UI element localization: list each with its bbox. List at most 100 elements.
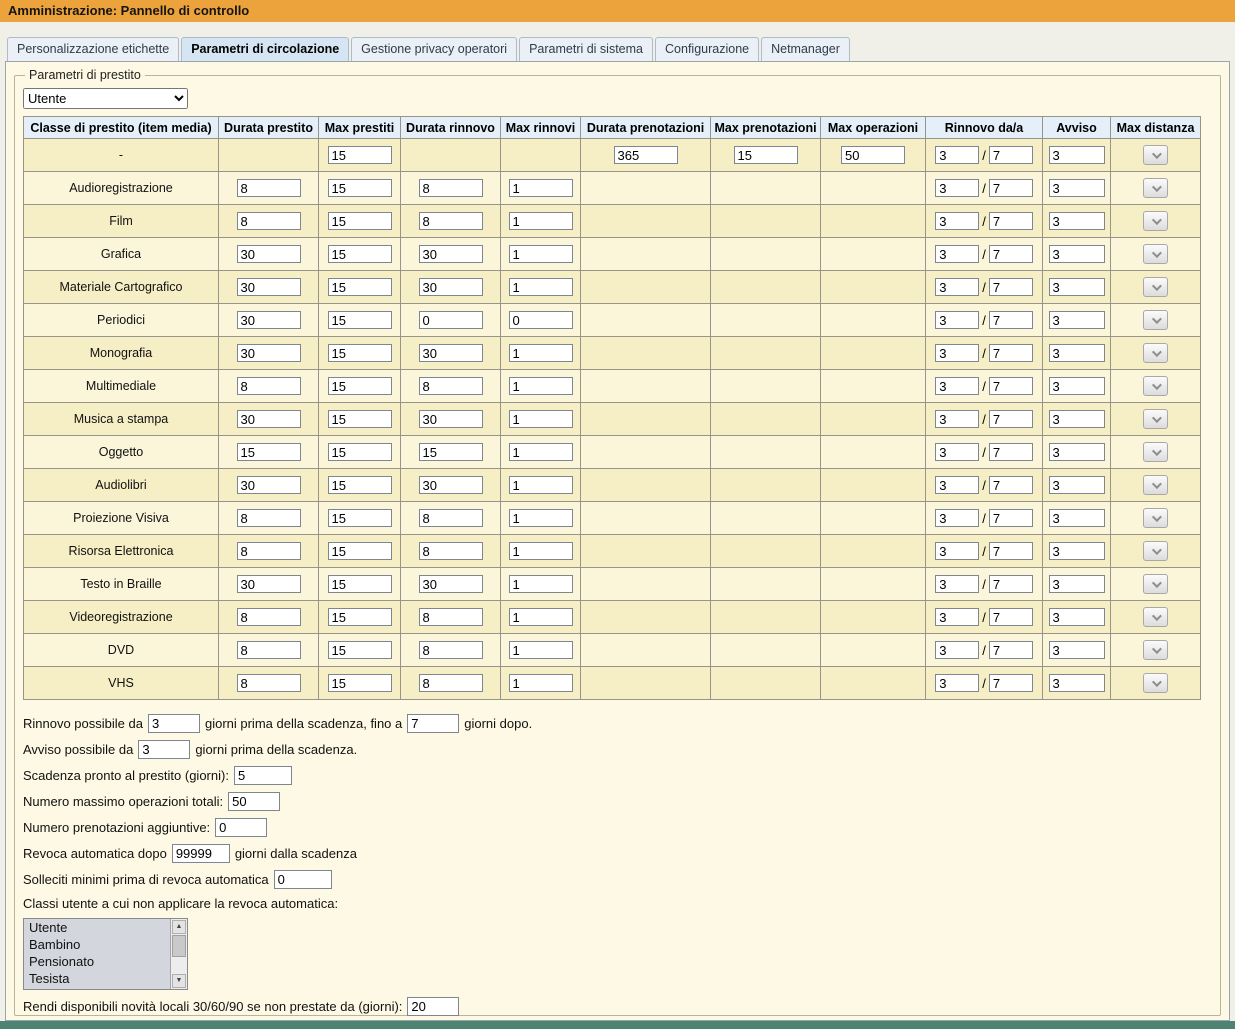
tab-gestione-privacy-operatori[interactable]: Gestione privacy operatori [351,37,517,61]
extra-reservations-input[interactable] [215,818,267,837]
durata-rinnovo-input[interactable] [419,377,483,395]
listbox-option[interactable]: Utente [24,919,170,936]
rinnovo-a-input[interactable] [989,674,1033,692]
durata-prestito-input[interactable] [237,476,301,494]
max-distanza-dropdown[interactable] [1143,508,1168,528]
max-distanza-dropdown[interactable] [1143,145,1168,165]
durata-prestito-input[interactable] [237,443,301,461]
rinnovo-da-input[interactable] [935,377,979,395]
user-class-select[interactable]: Utente [23,88,188,109]
scrollbar-up-button[interactable]: ▲ [172,920,186,934]
durata-rinnovo-input[interactable] [419,311,483,329]
max-distanza-dropdown[interactable] [1143,541,1168,561]
durata-prestito-input[interactable] [237,278,301,296]
rinnovo-da-input[interactable] [935,179,979,197]
max-prestiti-input[interactable] [328,608,392,626]
avviso-input[interactable] [1049,410,1105,428]
rinnovo-da-input[interactable] [935,410,979,428]
rinnovo-da-input[interactable] [935,344,979,362]
rinnovo-da-input[interactable] [935,443,979,461]
rinnovo-a-input[interactable] [989,377,1033,395]
durata-rinnovo-input[interactable] [419,212,483,230]
max-distanza-dropdown[interactable] [1143,673,1168,693]
durata-prestito-input[interactable] [237,410,301,428]
rinnovo-a-input[interactable] [989,476,1033,494]
rinnovo-a-input[interactable] [989,146,1033,164]
durata-prestito-input[interactable] [237,245,301,263]
rinnovo-a-input[interactable] [989,410,1033,428]
avviso-input[interactable] [1049,146,1105,164]
durata-prestito-input[interactable] [237,311,301,329]
max-prestiti-input[interactable] [328,641,392,659]
avviso-input[interactable] [1049,311,1105,329]
max-rinnovi-input[interactable] [509,608,573,626]
rinnovo-da-input[interactable] [935,212,979,230]
max-rinnovi-input[interactable] [509,410,573,428]
rinnovo-da-input[interactable] [935,608,979,626]
scrollbar-thumb[interactable] [172,935,186,957]
max-rinnovi-input[interactable] [509,245,573,263]
max-distanza-dropdown[interactable] [1143,475,1168,495]
max-distanza-dropdown[interactable] [1143,343,1168,363]
max-operazioni-input[interactable] [841,146,905,164]
max-rinnovi-input[interactable] [509,278,573,296]
avviso-input[interactable] [1049,641,1105,659]
max-prestiti-input[interactable] [328,443,392,461]
max-rinnovi-input[interactable] [509,344,573,362]
rinnovo-da-input[interactable] [935,311,979,329]
max-prestiti-input[interactable] [328,542,392,560]
rinnovo-da-input[interactable] [935,245,979,263]
max-distanza-dropdown[interactable] [1143,277,1168,297]
listbox-scrollbar[interactable]: ▲ ▼ [170,919,187,989]
rinnovo-a-input[interactable] [989,344,1033,362]
max-prestiti-input[interactable] [328,212,392,230]
max-rinnovi-input[interactable] [509,443,573,461]
max-rinnovi-input[interactable] [509,575,573,593]
listbox-option[interactable]: Tesista [24,970,170,987]
max-distanza-dropdown[interactable] [1143,244,1168,264]
durata-rinnovo-input[interactable] [419,278,483,296]
avviso-input[interactable] [1049,509,1105,527]
durata-prenotazioni-input[interactable] [614,146,678,164]
durata-prestito-input[interactable] [237,344,301,362]
avviso-input[interactable] [1049,278,1105,296]
durata-prestito-input[interactable] [237,542,301,560]
tab-parametri-di-circolazione[interactable]: Parametri di circolazione [181,37,349,61]
rinnovo-da-input[interactable] [935,476,979,494]
avviso-input[interactable] [1049,212,1105,230]
durata-prestito-input[interactable] [237,212,301,230]
min-reminders-input[interactable] [274,870,332,889]
durata-rinnovo-input[interactable] [419,641,483,659]
rinnovo-a-input[interactable] [989,245,1033,263]
durata-prestito-input[interactable] [237,641,301,659]
rinnovo-a-input[interactable] [989,608,1033,626]
max-distanza-dropdown[interactable] [1143,409,1168,429]
rinnovo-a-input[interactable] [989,443,1033,461]
max-prestiti-input[interactable] [328,245,392,263]
max-distanza-dropdown[interactable] [1143,640,1168,660]
rinnovo-a-input[interactable] [989,509,1033,527]
scrollbar-down-button[interactable]: ▼ [172,974,186,988]
avviso-input[interactable] [1049,476,1105,494]
avviso-input[interactable] [1049,608,1105,626]
notice-days-input[interactable] [138,740,190,759]
max-prestiti-input[interactable] [328,575,392,593]
tab-personalizzazione-etichette[interactable]: Personalizzazione etichette [7,37,179,61]
max-prestiti-input[interactable] [328,179,392,197]
durata-prestito-input[interactable] [237,608,301,626]
durata-rinnovo-input[interactable] [419,344,483,362]
durata-rinnovo-input[interactable] [419,542,483,560]
tab-netmanager[interactable]: Netmanager [761,37,850,61]
renewal-from-input[interactable] [148,714,200,733]
durata-prestito-input[interactable] [237,674,301,692]
max-rinnovi-input[interactable] [509,641,573,659]
rinnovo-da-input[interactable] [935,146,979,164]
durata-rinnovo-input[interactable] [419,245,483,263]
max-prestiti-input[interactable] [328,311,392,329]
max-rinnovi-input[interactable] [509,179,573,197]
max-rinnovi-input[interactable] [509,542,573,560]
max-prestiti-input[interactable] [328,344,392,362]
durata-prestito-input[interactable] [237,377,301,395]
rinnovo-da-input[interactable] [935,278,979,296]
max-prestiti-input[interactable] [328,278,392,296]
